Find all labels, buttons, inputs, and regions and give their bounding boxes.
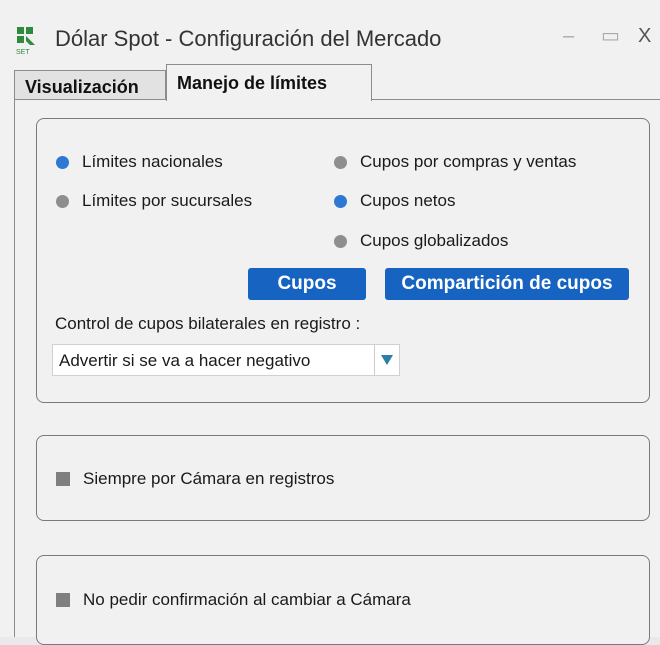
checkbox-label: Siempre por Cámara en registros (83, 469, 335, 488)
svg-text:SET: SET (16, 49, 30, 56)
radio-limites-sucursales[interactable]: Límites por sucursales (56, 191, 252, 211)
radio-cupos-netos[interactable]: Cupos netos (334, 191, 455, 211)
control-cupos-label: Control de cupos bilaterales en registro… (55, 314, 361, 333)
radio-selected-icon (56, 155, 69, 169)
radio-unselected-icon (334, 155, 347, 169)
title-bar[interactable]: SET Dólar Spot - Configuración del Merca… (0, 0, 660, 64)
chevron-down-icon (381, 355, 393, 365)
radio-cupos-compras-ventas[interactable]: Cupos por compras y ventas (334, 152, 576, 172)
set-icp-logo-icon: SET (16, 27, 35, 56)
tab-visualizacion[interactable]: Visualización (14, 70, 166, 100)
radio-label: Límites nacionales (82, 152, 223, 171)
maximize-button[interactable]: ▭ (601, 26, 620, 46)
window-title: Dólar Spot - Configuración del Mercado (55, 26, 442, 51)
config-window: SET Dólar Spot - Configuración del Merca… (0, 0, 660, 645)
radio-label: Límites por sucursales (82, 191, 253, 210)
checkbox-icon (56, 593, 70, 607)
tab-manejo-de-limites[interactable]: Manejo de límites (166, 64, 372, 101)
select-value: Advertir si se va a hacer negativo (59, 351, 311, 370)
radio-label: Cupos netos (360, 191, 456, 210)
radio-label: Cupos globalizados (360, 231, 509, 250)
cupos-button[interactable]: Cupos (248, 268, 366, 300)
radio-cupos-globalizados[interactable]: Cupos globalizados (334, 231, 508, 251)
comparticion-cupos-button[interactable]: Compartición de cupos (385, 268, 629, 300)
tab-bar: Visualización Manejo de límites (14, 64, 660, 101)
checkbox-label: No pedir confirmación al cambiar a Cámar… (83, 590, 411, 609)
radio-selected-icon (334, 194, 347, 208)
checkbox-no-confirmacion[interactable]: No pedir confirmación al cambiar a Cámar… (56, 590, 411, 610)
radio-limites-nacionales[interactable]: Límites nacionales (56, 152, 223, 172)
radio-unselected-icon (334, 234, 347, 248)
content-border (14, 100, 15, 637)
close-button[interactable]: X (638, 26, 651, 46)
checkbox-icon (56, 472, 70, 486)
minimize-button[interactable]: – (563, 26, 574, 46)
radio-unselected-icon (56, 194, 69, 208)
checkbox-camara-registros[interactable]: Siempre por Cámara en registros (56, 469, 334, 489)
radio-label: Cupos por compras y ventas (360, 152, 577, 171)
control-cupos-select[interactable]: Advertir si se va a hacer negativo (52, 344, 400, 376)
dropdown-button[interactable] (374, 345, 399, 375)
